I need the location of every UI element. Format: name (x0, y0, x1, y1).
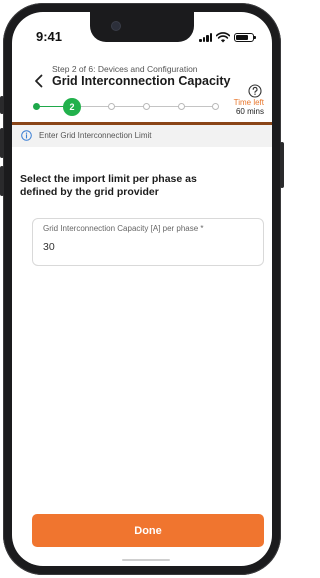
home-indicator (122, 559, 170, 561)
step-1-dot (33, 103, 40, 110)
wifi-icon (216, 31, 230, 42)
battery-icon (234, 32, 256, 42)
progress-stepper: 2 Time left 60 mins (12, 96, 272, 118)
info-icon (21, 130, 32, 141)
info-banner-text: Enter Grid Interconnection Limit (39, 131, 152, 140)
camera (112, 22, 120, 30)
notch (90, 12, 194, 42)
time-left-label: Time left (233, 98, 264, 107)
capacity-field-label: Grid Interconnection Capacity [A] per ph… (43, 224, 204, 233)
volume-up-button (0, 128, 4, 158)
page-title: Grid Interconnection Capacity (52, 74, 231, 88)
time-left-value: 60 mins (235, 107, 264, 116)
signal-icon (199, 32, 212, 42)
done-button[interactable]: Done (32, 514, 264, 547)
step-4-dot (143, 103, 150, 110)
instruction-text: Select the import limit per phase as def… (20, 173, 197, 198)
mute-switch (0, 96, 4, 114)
chevron-left-icon[interactable] (32, 73, 46, 89)
time-left: Time left 60 mins (234, 98, 264, 116)
step-3-dot (108, 103, 115, 110)
power-button (280, 142, 284, 188)
stepper-line-complete (38, 106, 64, 107)
step-5-dot (178, 103, 185, 110)
info-banner: Enter Grid Interconnection Limit (12, 125, 272, 147)
status-icons (199, 31, 256, 43)
app-screen: 9:41 Step 2 of 6: Devices and Configurat… (12, 12, 272, 566)
phone-frame: 9:41 Step 2 of 6: Devices and Configurat… (0, 0, 284, 578)
status-time: 9:41 (36, 29, 63, 44)
capacity-input[interactable] (43, 241, 243, 253)
volume-down-button (0, 166, 4, 196)
step-2-current: 2 (63, 98, 81, 116)
capacity-field[interactable]: Grid Interconnection Capacity [A] per ph… (32, 218, 264, 266)
step-label: Step 2 of 6: Devices and Configuration (52, 64, 198, 74)
step-6-dot (212, 103, 219, 110)
